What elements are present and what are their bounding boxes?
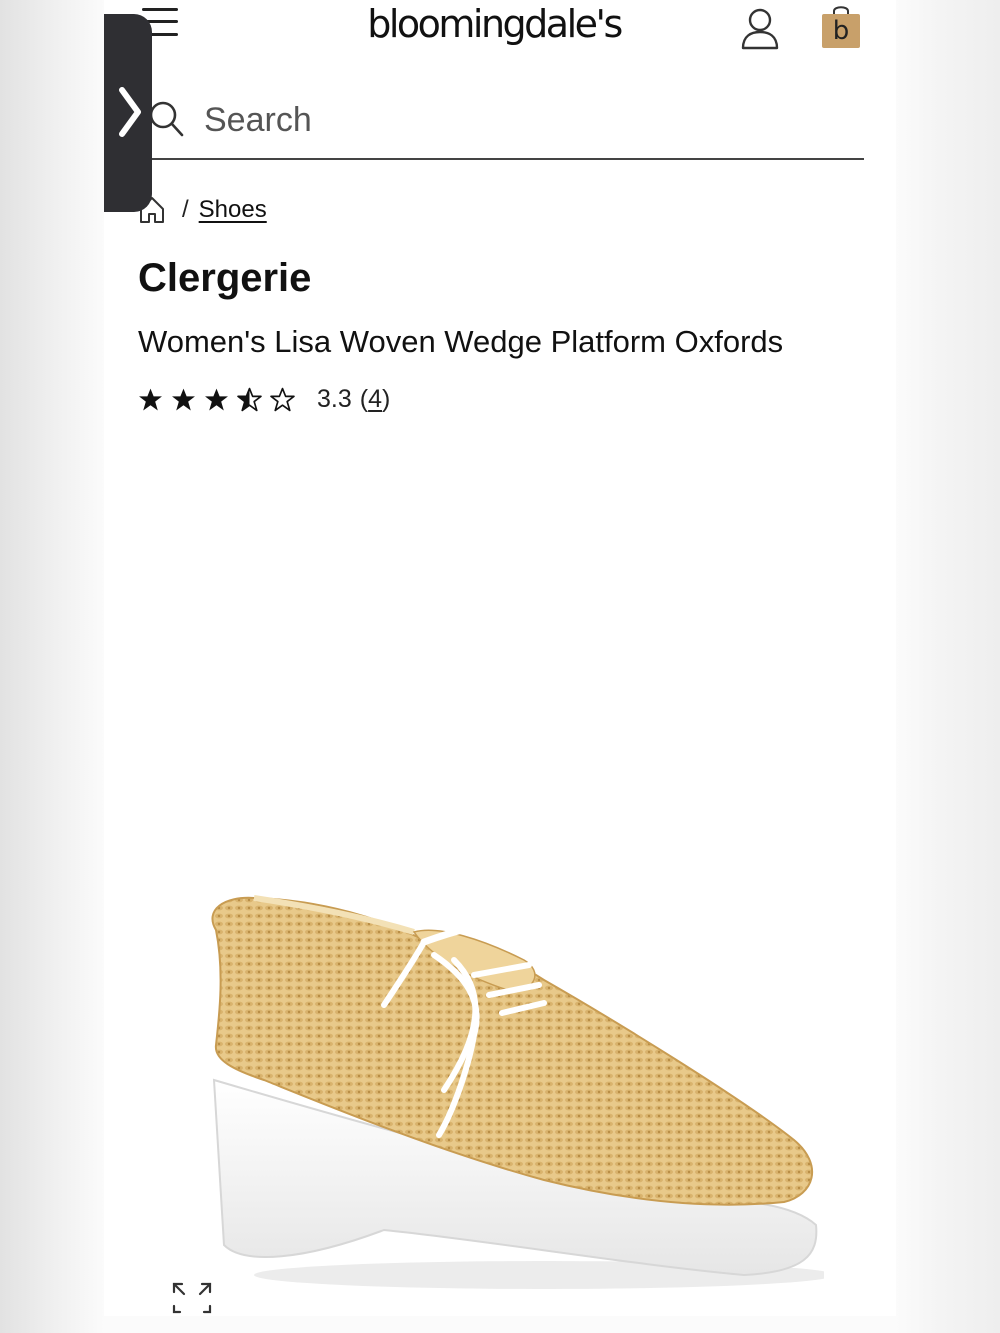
- rating-value: 3.3: [317, 384, 352, 413]
- breadcrumb-separator: /: [182, 196, 189, 223]
- product-image[interactable]: [184, 880, 824, 1300]
- shopping-bag-icon[interactable]: b: [822, 4, 860, 50]
- account-icon[interactable]: [740, 6, 780, 50]
- search-icon: [149, 101, 184, 137]
- search-input[interactable]: [204, 96, 844, 144]
- review-count[interactable]: (4): [360, 385, 391, 414]
- chevron-right-icon: [119, 87, 141, 137]
- star-filled-icon: [205, 388, 228, 410]
- star-filled-icon: [172, 388, 195, 410]
- star-empty-icon: [270, 387, 295, 411]
- product-rating[interactable]: 3.3 (4): [138, 382, 390, 416]
- breadcrumb-shoes[interactable]: Shoes: [199, 196, 267, 224]
- star-filled-icon: [139, 388, 162, 410]
- breadcrumb: / Shoes: [138, 192, 267, 228]
- product-page: bloomingdale's b / Shoes Clergerie Women…: [104, 0, 896, 1316]
- rating-stars: [138, 387, 295, 412]
- site-header: bloomingdale's b: [104, 0, 896, 60]
- star-half-icon: [237, 387, 262, 411]
- site-logo[interactable]: bloomingdale's: [344, 2, 644, 46]
- expand-icon[interactable]: [170, 1280, 214, 1316]
- bag-letter: b: [832, 16, 850, 46]
- search-bar[interactable]: [140, 86, 864, 160]
- side-panel-toggle[interactable]: [104, 14, 152, 212]
- product-title: Women's Lisa Woven Wedge Platform Oxford…: [138, 324, 784, 359]
- product-brand[interactable]: Clergerie: [138, 256, 311, 301]
